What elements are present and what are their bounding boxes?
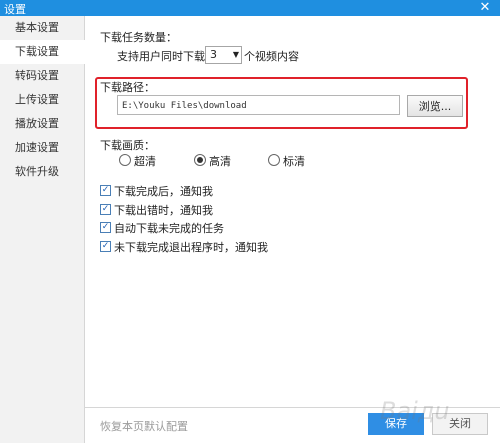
sidebar-item-basic[interactable]: 基本设置 (0, 16, 84, 40)
sidebar-item-label: 基本设置 (15, 21, 59, 34)
sidebar-item-label: 转码设置 (15, 69, 59, 82)
reset-defaults-link[interactable]: 恢复本页默认配置 (100, 418, 188, 434)
sidebar-item-label: 上传设置 (15, 93, 59, 106)
sidebar-item-playback[interactable]: 播放设置 (0, 112, 84, 136)
sidebar-item-label: 加速设置 (15, 141, 59, 154)
close-icon[interactable]: ✕ (470, 0, 500, 16)
quality-heading: 下载画质： (100, 139, 155, 152)
sidebar-item-upgrade[interactable]: 软件升级 (0, 160, 84, 184)
download-tasks-suffix: 个视频内容 (244, 50, 299, 63)
window-title: 设置 (4, 3, 26, 16)
quality-label-standard: 标清 (283, 155, 305, 168)
download-tasks-heading: 下载任务数量： (100, 31, 177, 44)
quality-label-high: 高清 (209, 155, 231, 168)
sidebar-item-label: 下载设置 (15, 45, 59, 58)
concurrent-downloads-value: 3 (210, 48, 217, 61)
notify-error-label: 下载出错时，通知我 (114, 204, 213, 217)
sidebar-item-label: 播放设置 (15, 117, 59, 130)
chevron-down-icon: ▼ (232, 50, 239, 59)
quality-radio-high[interactable] (194, 154, 206, 166)
notify-error-checkbox[interactable]: ✓ (100, 204, 111, 215)
sidebar-item-transcode[interactable]: 转码设置 (0, 64, 84, 88)
sidebar-item-upload[interactable]: 上传设置 (0, 88, 84, 112)
quality-label-ultra: 超清 (134, 155, 156, 168)
sidebar-item-acceleration[interactable]: 加速设置 (0, 136, 84, 160)
notify-complete-checkbox[interactable]: ✓ (100, 185, 111, 196)
notify-exit-label: 未下载完成退出程序时，通知我 (114, 241, 268, 254)
download-tasks-prefix: 支持用户同时下载 (117, 50, 205, 63)
notify-exit-checkbox[interactable]: ✓ (100, 241, 111, 252)
settings-sidebar: 基本设置 下载设置 转码设置 上传设置 播放设置 加速设置 软件升级 (0, 16, 85, 443)
annotation-highlight-box (95, 77, 468, 129)
sidebar-item-download[interactable]: 下载设置 (0, 40, 85, 64)
notify-complete-label: 下载完成后，通知我 (114, 185, 213, 198)
auto-resume-checkbox[interactable]: ✓ (100, 222, 111, 233)
title-bar: 设置 ✕ (0, 0, 500, 16)
auto-resume-label: 自动下载未完成的任务 (114, 222, 224, 235)
watermark: Baiдu (380, 397, 450, 425)
quality-radio-standard[interactable] (268, 154, 280, 166)
concurrent-downloads-select[interactable]: 3 ▼ (205, 46, 242, 64)
quality-radio-ultra[interactable] (119, 154, 131, 166)
sidebar-item-label: 软件升级 (15, 165, 59, 178)
